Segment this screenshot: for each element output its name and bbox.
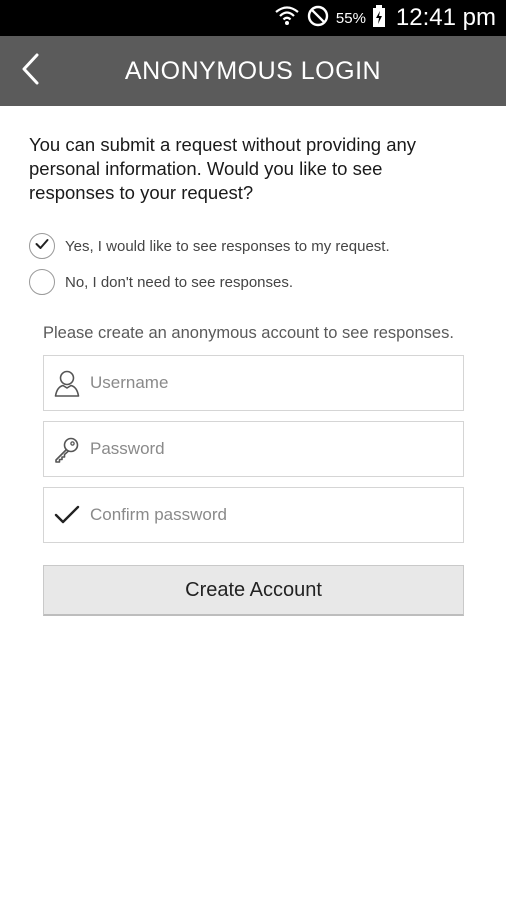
password-input[interactable] [90, 439, 450, 459]
confirm-password-field [43, 487, 464, 543]
checkmark-icon [44, 487, 90, 543]
option-no[interactable]: No, I don't need to see responses. [29, 268, 293, 296]
app-bar: ANONYMOUS LOGIN [0, 36, 506, 106]
account-hint: Please create an anonymous account to se… [43, 324, 454, 342]
wifi-icon [274, 4, 300, 33]
do-not-disturb-icon [306, 4, 330, 33]
option-yes-label: Yes, I would like to see responses to my… [65, 237, 390, 255]
username-field [43, 355, 464, 411]
password-field [43, 421, 464, 477]
radio-yes[interactable] [29, 233, 55, 259]
intro-text: You can submit a request without providi… [29, 134, 417, 203]
status-bar: 55% 12:41 pm [0, 0, 506, 36]
page-title: ANONYMOUS LOGIN [124, 57, 382, 85]
option-yes[interactable]: Yes, I would like to see responses to my… [29, 232, 390, 260]
option-no-label: No, I don't need to see responses. [65, 273, 294, 291]
create-account-button[interactable]: Create Account [43, 565, 464, 616]
key-icon [44, 421, 90, 477]
radio-no[interactable] [29, 269, 55, 295]
battery-percent: 55% [335, 9, 366, 27]
username-input[interactable] [90, 373, 450, 393]
status-icons: 55% 12:41 pm [274, 0, 496, 36]
user-icon [44, 355, 90, 411]
clock: 12:41 pm [395, 4, 496, 31]
chevron-left-icon [19, 52, 41, 91]
checkmark-icon [35, 237, 49, 255]
battery-icon [372, 4, 386, 33]
back-button[interactable] [10, 49, 50, 93]
confirm-password-input[interactable] [90, 505, 450, 525]
